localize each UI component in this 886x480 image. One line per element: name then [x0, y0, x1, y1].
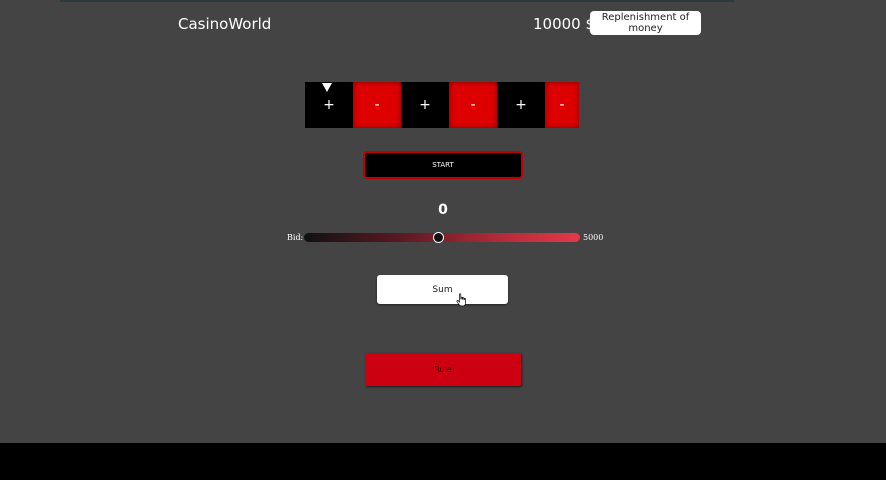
roulette-cell: + [401, 82, 449, 128]
roulette-cell: + [497, 82, 545, 128]
top-divider [60, 0, 734, 2]
casino-page: CasinoWorld 10000 $ Replenishment of mon… [0, 0, 886, 443]
roulette-cell: - [449, 82, 497, 128]
roulette-strip: + - + - + - [305, 82, 581, 128]
brand-title: CasinoWorld [178, 15, 272, 33]
bid-max-label: 5000 [583, 233, 604, 242]
rule-button[interactable]: Rule [365, 353, 521, 386]
result-value: 0 [438, 202, 448, 218]
triangle-down-icon [322, 83, 332, 92]
balance-display: 10000 $ [533, 15, 596, 33]
roulette-cell: - [353, 82, 401, 128]
bid-label: Bid: [287, 233, 304, 242]
hand-cursor-icon [456, 293, 466, 307]
replenish-money-button[interactable]: Replenishment of money [590, 11, 701, 35]
roulette-cell: - [545, 82, 579, 128]
start-button[interactable]: START [363, 151, 523, 179]
sum-button[interactable]: Sum [377, 275, 508, 304]
